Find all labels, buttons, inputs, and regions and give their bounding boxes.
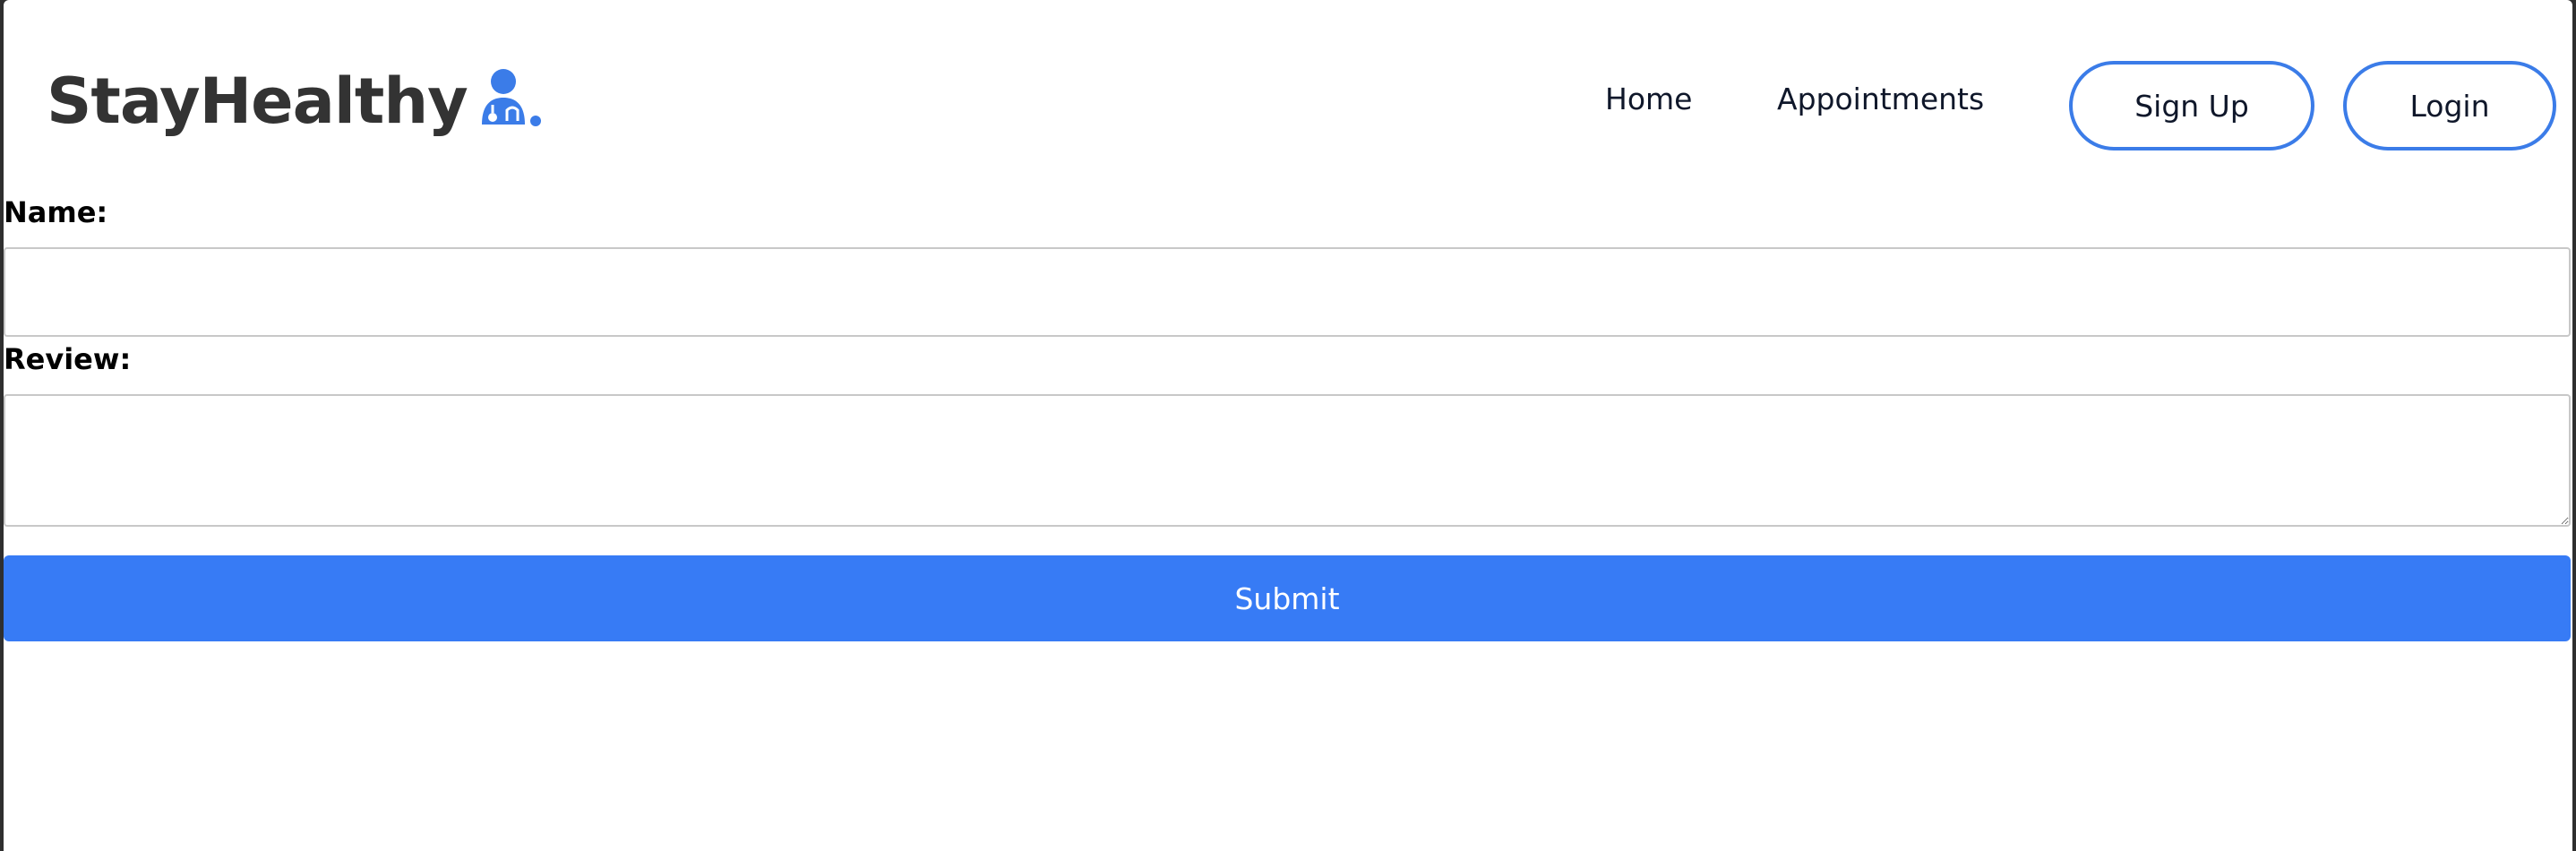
review-label: Review: xyxy=(4,342,132,376)
review-textarea[interactable] xyxy=(4,394,2571,527)
page: StayHealthy Home Appointments Sign Up Lo… xyxy=(4,0,2572,851)
navbar: StayHealthy Home Appointments Sign Up Lo… xyxy=(4,0,2572,188)
nav-link-appointments[interactable]: Appointments xyxy=(1777,77,1984,122)
nav-link-home[interactable]: Home xyxy=(1605,77,1692,122)
brand-name: StayHealthy xyxy=(47,64,468,138)
name-input[interactable] xyxy=(4,247,2571,337)
submit-button[interactable]: Submit xyxy=(4,555,2571,641)
sign-up-button[interactable]: Sign Up xyxy=(2069,61,2314,150)
name-label: Name: xyxy=(4,195,108,229)
doctor-icon xyxy=(481,69,541,126)
login-button[interactable]: Login xyxy=(2343,61,2556,150)
brand-logo-link[interactable]: StayHealthy xyxy=(47,61,543,142)
